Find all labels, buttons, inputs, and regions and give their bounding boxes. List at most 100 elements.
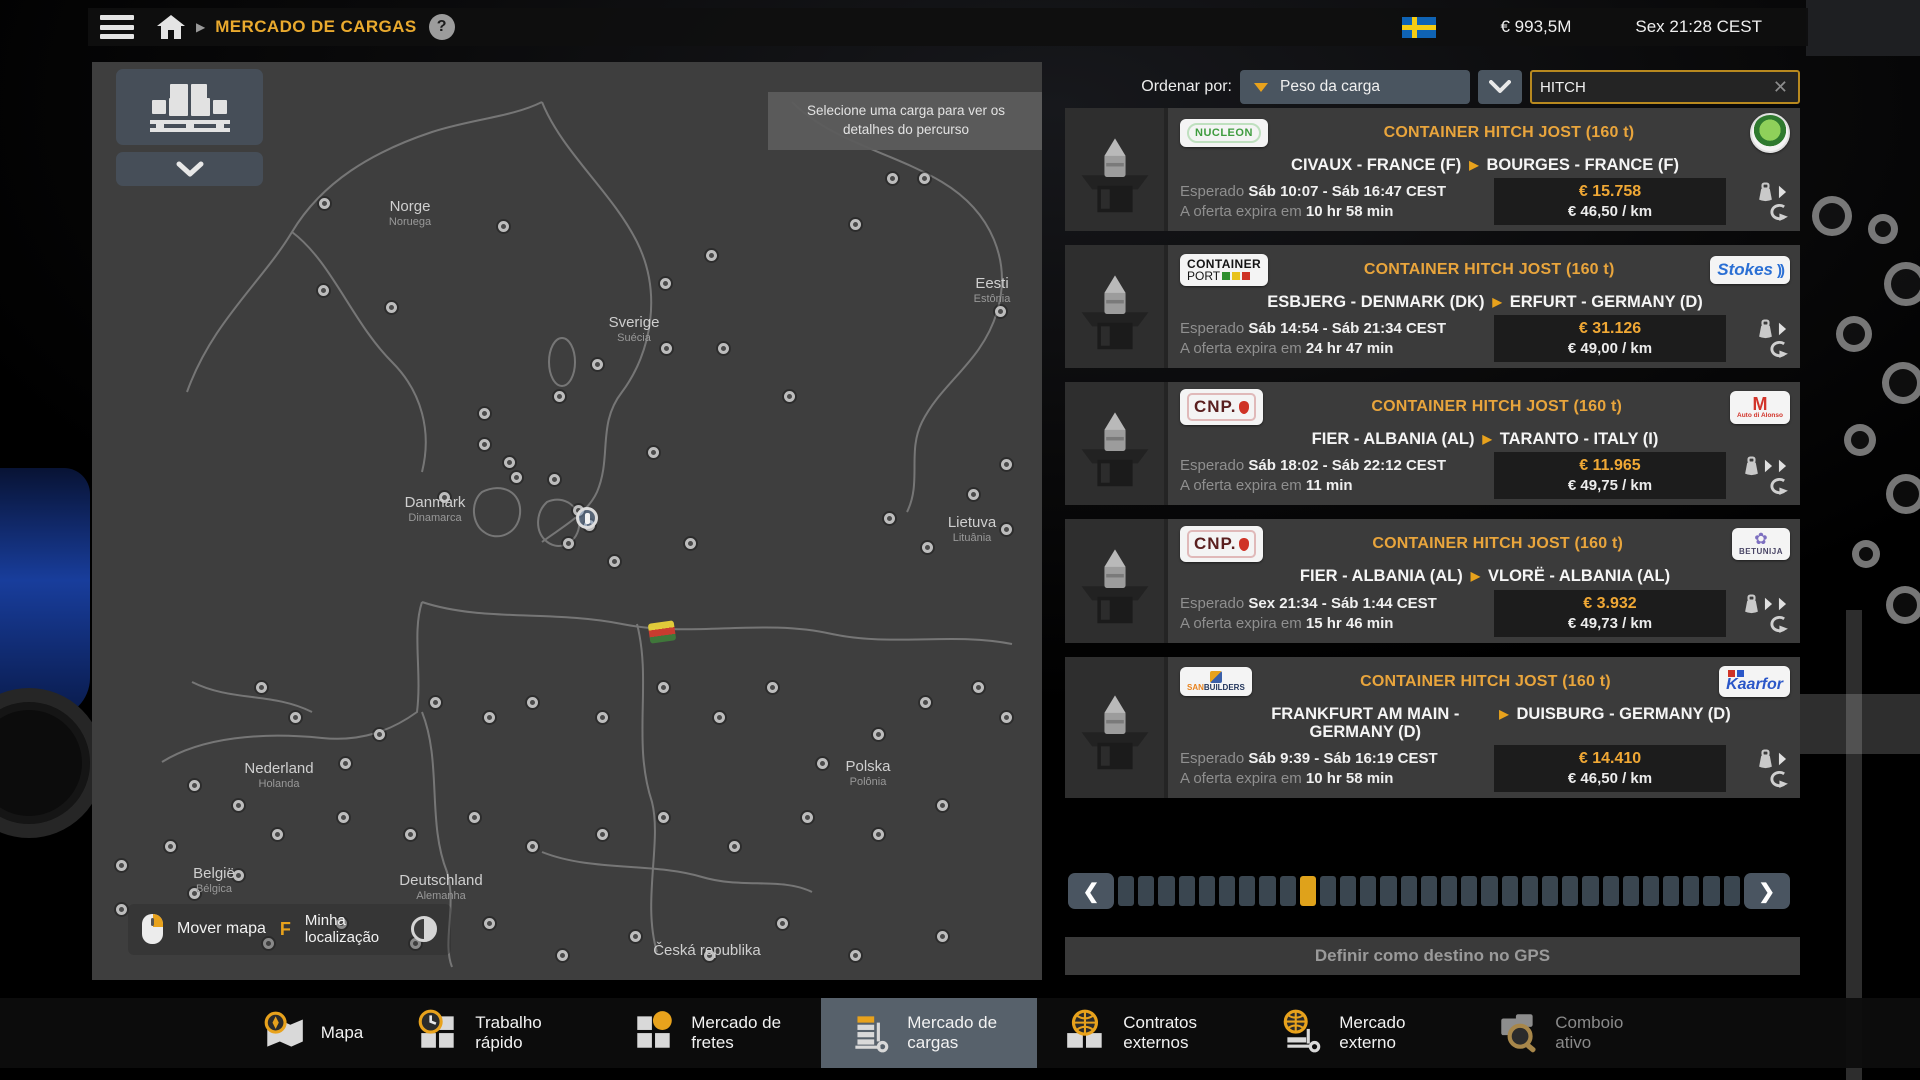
pagination-segment[interactable]: [1683, 876, 1699, 906]
city-cargo-marker[interactable]: [784, 391, 795, 402]
city-cargo-marker[interactable]: [592, 359, 603, 370]
city-cargo-marker[interactable]: [718, 343, 729, 354]
pagination-segment[interactable]: [1158, 876, 1174, 906]
city-cargo-marker[interactable]: [685, 538, 696, 549]
city-cargo-marker[interactable]: [318, 285, 329, 296]
nav-mercado-externo[interactable]: Mercado externo: [1253, 998, 1469, 1068]
city-cargo-marker[interactable]: [338, 812, 349, 823]
pagination-segment[interactable]: [1461, 876, 1477, 906]
city-cargo-marker[interactable]: [884, 513, 895, 524]
city-cargo-marker[interactable]: [995, 306, 1006, 317]
city-cargo-marker[interactable]: [189, 780, 200, 791]
city-cargo-marker[interactable]: [873, 729, 884, 740]
city-cargo-marker[interactable]: [233, 800, 244, 811]
pagination-segment[interactable]: [1582, 876, 1598, 906]
city-cargo-marker[interactable]: [850, 950, 861, 961]
cargo-listing[interactable]: CONTAINERPORTCONTAINER HITCH JOST (160 t…: [1065, 245, 1800, 368]
pagination-segment[interactable]: [1380, 876, 1396, 906]
cargo-listing[interactable]: NUCLEONCONTAINER HITCH JOST (160 t)CIVAU…: [1065, 108, 1800, 231]
city-cargo-marker[interactable]: [189, 888, 200, 899]
city-cargo-marker[interactable]: [439, 492, 450, 503]
pagination-segment[interactable]: [1643, 876, 1659, 906]
nav-mapa[interactable]: Mapa: [235, 998, 390, 1068]
city-cargo-marker[interactable]: [704, 950, 715, 961]
help-icon[interactable]: ?: [429, 14, 455, 40]
city-cargo-marker[interactable]: [504, 457, 515, 468]
collapse-map-options-button[interactable]: [116, 152, 263, 186]
city-cargo-marker[interactable]: [527, 841, 538, 852]
pagination-segment[interactable]: [1623, 876, 1639, 906]
city-cargo-marker[interactable]: [817, 758, 828, 769]
city-cargo-marker[interactable]: [1001, 459, 1012, 470]
city-cargo-marker[interactable]: [405, 829, 416, 840]
cargo-view-button[interactable]: [116, 69, 263, 145]
city-cargo-marker[interactable]: [557, 950, 568, 961]
city-cargo-marker[interactable]: [1001, 524, 1012, 535]
city-cargo-marker[interactable]: [922, 542, 933, 553]
cargo-listing[interactable]: CNP.CONTAINER HITCH JOST (160 t)✿BETUNIJ…: [1065, 519, 1800, 642]
city-cargo-marker[interactable]: [919, 173, 930, 184]
cargo-listing[interactable]: CNP.CONTAINER HITCH JOST (160 t)MAuto di…: [1065, 382, 1800, 505]
city-cargo-marker[interactable]: [887, 173, 898, 184]
city-cargo-marker[interactable]: [256, 682, 267, 693]
city-cargo-marker[interactable]: [729, 841, 740, 852]
city-cargo-marker[interactable]: [714, 712, 725, 723]
city-cargo-marker[interactable]: [937, 800, 948, 811]
city-cargo-marker[interactable]: [340, 758, 351, 769]
pagination-segment[interactable]: [1219, 876, 1235, 906]
search-input[interactable]: [1540, 79, 1771, 96]
pagination-segment[interactable]: [1360, 876, 1376, 906]
pagination-segment[interactable]: [1441, 876, 1457, 906]
city-cargo-marker[interactable]: [116, 904, 127, 915]
city-cargo-marker[interactable]: [498, 221, 509, 232]
city-cargo-marker[interactable]: [484, 918, 495, 929]
pagination-segment[interactable]: [1239, 876, 1255, 906]
pagination-segment[interactable]: [1340, 876, 1356, 906]
city-cargo-marker[interactable]: [968, 489, 979, 500]
menu-icon[interactable]: [100, 15, 134, 39]
city-cargo-marker[interactable]: [511, 472, 522, 483]
city-cargo-marker[interactable]: [661, 343, 672, 354]
city-cargo-marker[interactable]: [706, 250, 717, 261]
city-cargo-marker[interactable]: [549, 474, 560, 485]
city-cargo-marker[interactable]: [850, 219, 861, 230]
pagination-next-button[interactable]: ❯: [1744, 873, 1790, 909]
city-cargo-marker[interactable]: [937, 931, 948, 942]
city-cargo-marker[interactable]: [165, 841, 176, 852]
nav-mercado-de-fretes[interactable]: Mercado de fretes: [605, 998, 821, 1068]
city-cargo-marker[interactable]: [658, 812, 669, 823]
pagination-segment[interactable]: [1562, 876, 1578, 906]
set-gps-destination-button[interactable]: Definir como destino no GPS: [1065, 937, 1800, 975]
city-cargo-marker[interactable]: [479, 408, 490, 419]
pagination-segment[interactable]: [1481, 876, 1497, 906]
city-cargo-marker[interactable]: [554, 391, 565, 402]
city-cargo-marker[interactable]: [374, 729, 385, 740]
city-cargo-marker[interactable]: [233, 870, 244, 881]
city-cargo-marker[interactable]: [484, 712, 495, 723]
city-cargo-marker[interactable]: [479, 439, 490, 450]
pagination-segment[interactable]: [1724, 876, 1740, 906]
pagination-segment[interactable]: [1118, 876, 1134, 906]
pagination-segment[interactable]: [1259, 876, 1275, 906]
city-cargo-marker[interactable]: [527, 697, 538, 708]
pagination-segment[interactable]: [1280, 876, 1296, 906]
pagination-segment[interactable]: [1663, 876, 1679, 906]
pagination-segment[interactable]: [1138, 876, 1154, 906]
city-cargo-marker[interactable]: [920, 697, 931, 708]
city-cargo-marker[interactable]: [116, 860, 127, 871]
nav-mercado-de-cargas[interactable]: Mercado de cargas: [821, 998, 1037, 1068]
pagination-segment[interactable]: [1703, 876, 1719, 906]
home-icon[interactable]: [156, 14, 186, 40]
city-cargo-marker[interactable]: [430, 697, 441, 708]
city-cargo-marker[interactable]: [648, 447, 659, 458]
map-panel[interactable]: NorgeNoruegaSverigeSuéciaEestiEstôniaDan…: [92, 62, 1042, 980]
city-cargo-marker[interactable]: [767, 682, 778, 693]
city-cargo-marker[interactable]: [802, 812, 813, 823]
city-cargo-marker[interactable]: [290, 712, 301, 723]
pagination-segment[interactable]: [1522, 876, 1538, 906]
pagination-segment[interactable]: [1179, 876, 1195, 906]
city-cargo-marker[interactable]: [563, 538, 574, 549]
city-cargo-marker[interactable]: [597, 712, 608, 723]
pagination-segment[interactable]: [1502, 876, 1518, 906]
pagination-segment[interactable]: [1603, 876, 1619, 906]
